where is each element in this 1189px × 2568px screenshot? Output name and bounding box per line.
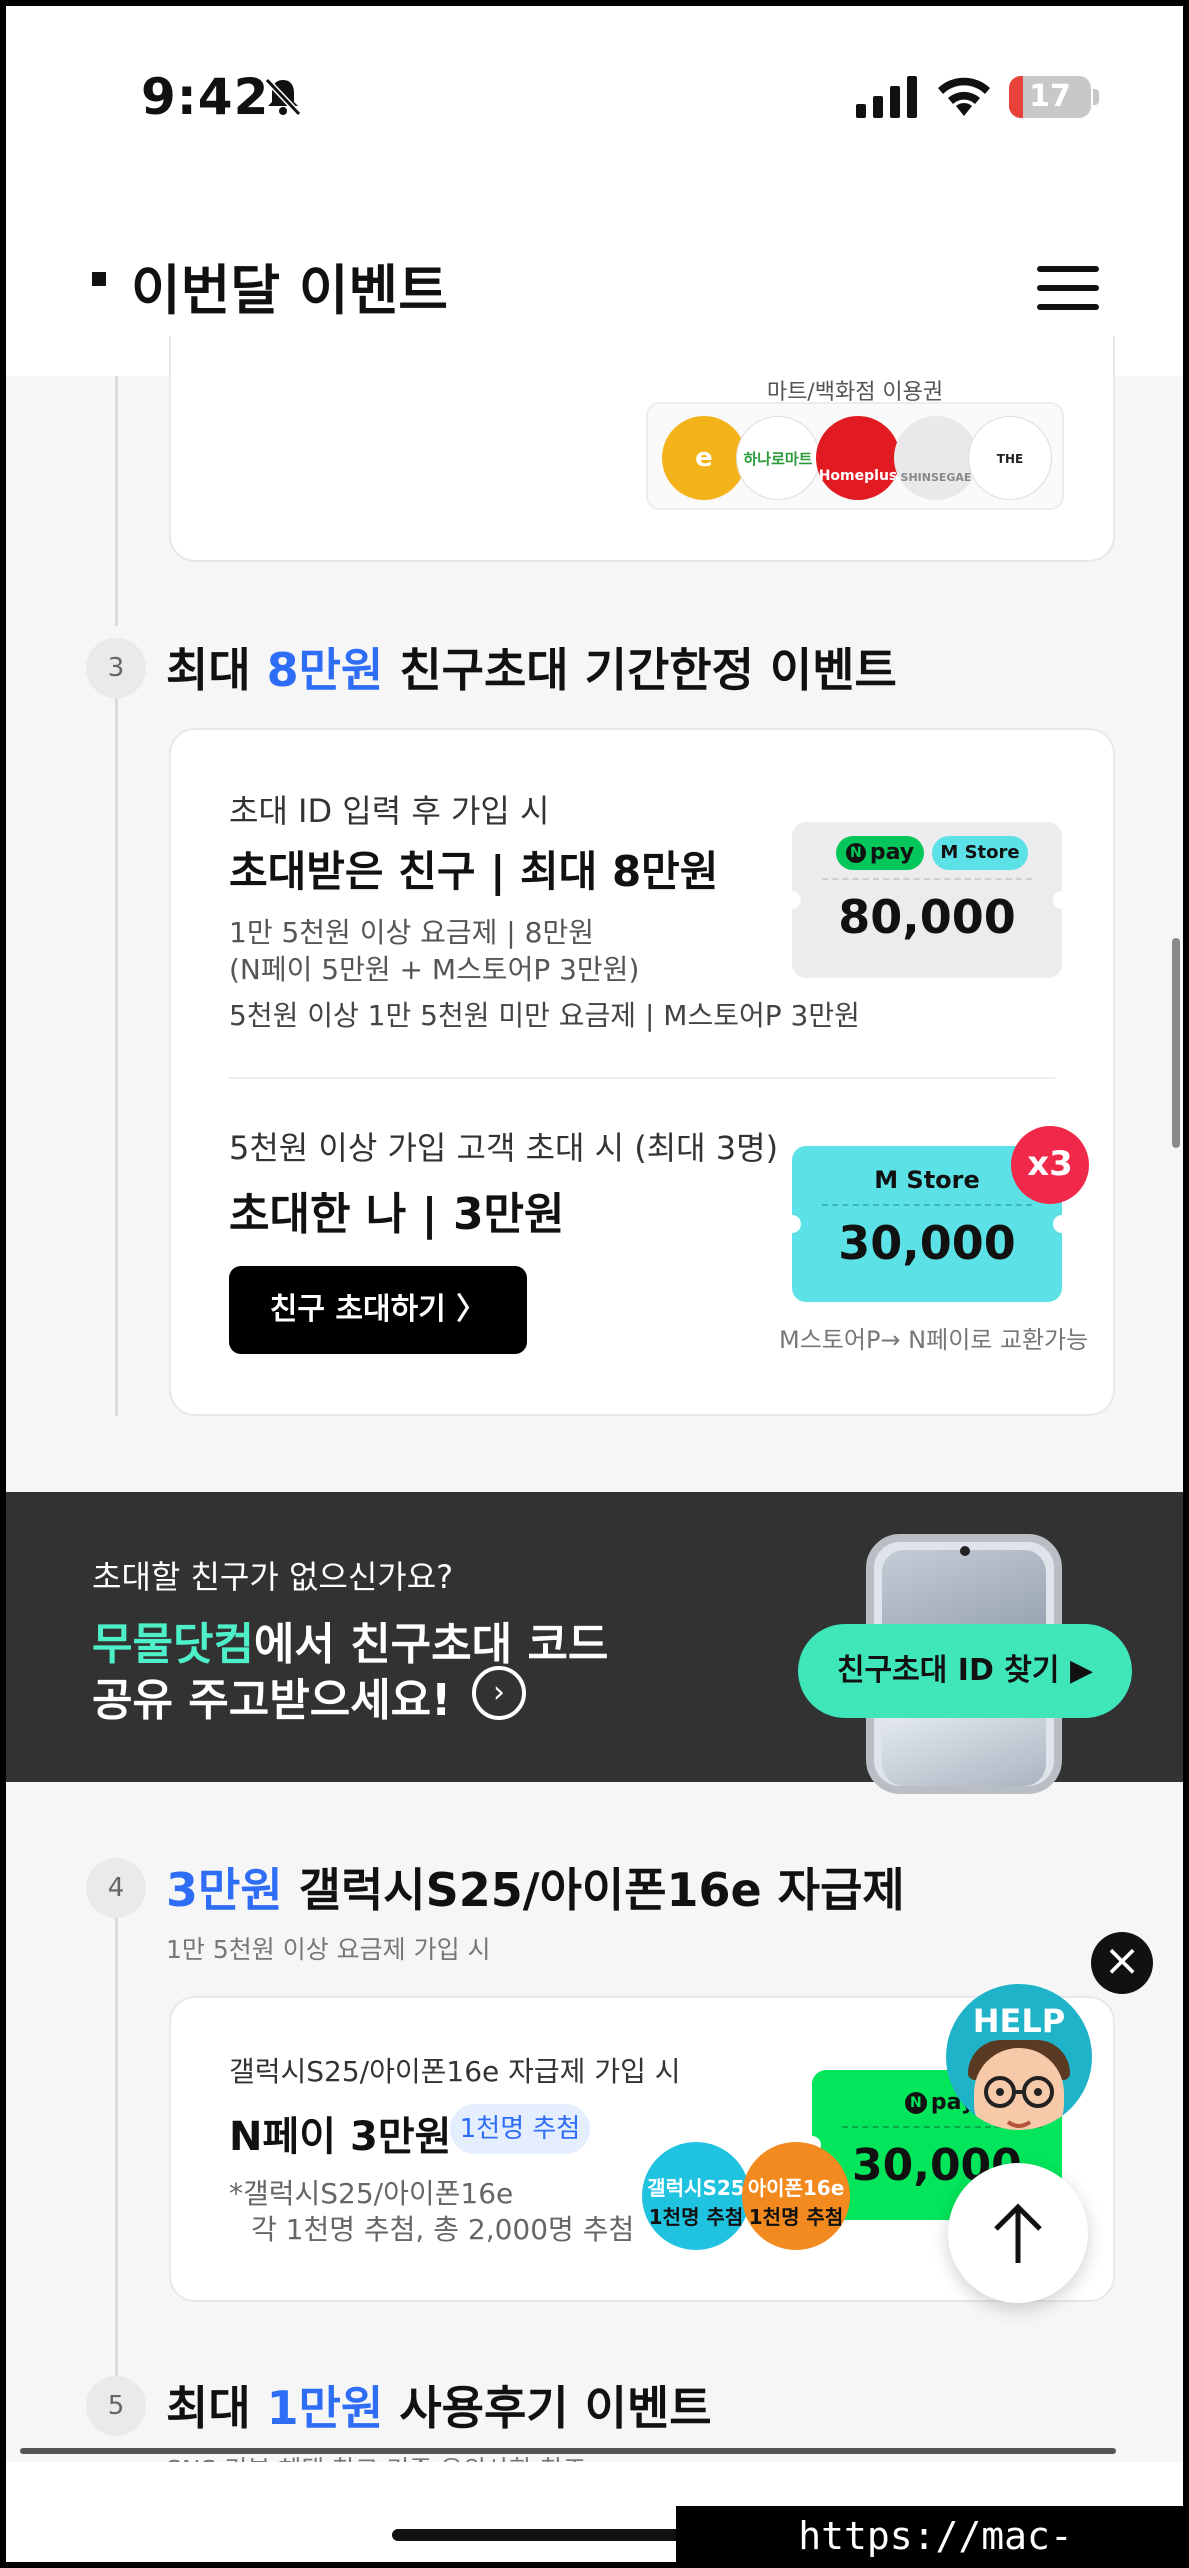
bubble-label: 1천명 추첨 xyxy=(648,2205,744,2229)
banner-line1: 무물닷컴에서 친구초대 코드 xyxy=(92,1608,608,1672)
banner-question: 초대할 친구가 없으신가요? xyxy=(92,1558,454,1596)
step4-subtitle: 1만 5천원 이상 요금제 가입 시 xyxy=(166,1935,491,1964)
step4-heading-amount: 3만원 xyxy=(166,1863,283,1917)
multiplier-badge: x3 xyxy=(1011,1126,1089,1204)
app-screen: 9:42 17 이번달 이벤트 마트/백화점 이용권 e 하나로마트 Homep… xyxy=(0,0,1189,2568)
battery-icon: 17 xyxy=(1009,76,1091,118)
menu-line xyxy=(1037,285,1099,291)
bubble-label: 1천명 추첨 xyxy=(748,2205,844,2229)
galaxy-lottery-bubble: 갤럭시S25 1천명 추첨 xyxy=(642,2142,750,2250)
mart-logo-strip: e mart 하나로마트 Homeplus SHINSEGAE THE HYUN… xyxy=(646,402,1064,510)
avatar-face xyxy=(974,2048,1064,2130)
step4-heading-post: 갤럭시S25/아이폰16e 자급제 xyxy=(282,1863,905,1917)
timeline-line xyxy=(115,376,118,626)
friend-reward-title: 초대받은 친구 | 최대 8만원 xyxy=(229,847,719,896)
phone-camera xyxy=(960,1546,970,1556)
close-icon[interactable]: × xyxy=(1091,1932,1153,1994)
friend-coupon: Npay M Store 80,000 xyxy=(783,822,1071,978)
vertical-scrollbar[interactable] xyxy=(1172,938,1180,1148)
banner-site-name: 무물닷컴 xyxy=(92,1619,254,1670)
hyundai-logo: THE HYUNDAI xyxy=(968,416,1052,500)
coupon-perforation xyxy=(822,1204,1032,1206)
card-divider xyxy=(229,1077,1055,1079)
title-bullet xyxy=(92,272,106,286)
status-time: 9:42 xyxy=(141,68,270,126)
step5-heading-amount: 1만원 xyxy=(266,2381,384,2435)
step5-heading: 최대 1만원 사용후기 이벤트 xyxy=(166,2372,712,2438)
timeline-line xyxy=(115,696,118,1416)
step-number: 3 xyxy=(86,638,146,698)
step3-heading-amount: 8만원 xyxy=(266,643,384,697)
horizontal-scrollbar[interactable] xyxy=(20,2448,1116,2454)
lottery-badge: 1천명 추첨 xyxy=(450,2104,590,2154)
battery-tip xyxy=(1093,89,1099,105)
friend-coupon-amount: 80,000 xyxy=(838,890,1016,944)
hanaro-logo: 하나로마트 xyxy=(736,416,820,500)
invite-friend-button[interactable]: 친구 초대하기 〉 xyxy=(229,1266,527,1354)
step3-heading: 최대 8만원 친구초대 기간한정 이벤트 xyxy=(166,634,897,700)
shinsegae-logo: SHINSEGAE xyxy=(894,416,978,500)
friend-plan-line: 5천원 이상 1만 5천원 미만 요금제 | M스토어P 3만원 xyxy=(229,999,860,1032)
banner-line1-rest: 에서 친구초대 코드 xyxy=(253,1619,609,1670)
step4-heading: 3만원 갤럭시S25/아이폰16e 자급제 xyxy=(166,1854,905,1920)
step-number: 5 xyxy=(86,2376,146,2436)
cellular-signal-icon xyxy=(856,76,917,118)
phone-event-note: 각 1천명 추첨, 총 2,000명 추첨 xyxy=(251,2213,635,2246)
friend-plan-line: 1만 5천원 이상 요금제 | 8만원 xyxy=(229,916,594,949)
help-chat-button[interactable]: HELP xyxy=(946,1984,1092,2130)
menu-line xyxy=(1037,304,1099,310)
step5-heading-post: 사용후기 이벤트 xyxy=(383,2381,712,2435)
find-invite-id-button[interactable]: 친구초대 ID 찾기 ▶ xyxy=(798,1624,1132,1718)
scroll-top-button[interactable] xyxy=(948,2163,1088,2303)
hamburger-icon[interactable] xyxy=(1037,266,1099,310)
invite-code-banner[interactable]: 초대할 친구가 없으신가요? 무물닷컴에서 친구초대 코드 공유 주고받으세요!… xyxy=(6,1492,1183,1794)
banner-line2: 공유 주고받으세요! xyxy=(92,1675,452,1726)
npay-label: pay xyxy=(869,840,915,865)
bell-muted-icon xyxy=(264,77,302,117)
npay-badge: Npay xyxy=(836,836,924,870)
help-label: HELP xyxy=(972,2002,1066,2040)
phone-event-reward: N페이 3만원 xyxy=(229,2114,452,2160)
friend-plan-detail: (N페이 5만원 + M스토어P 3만원) xyxy=(229,953,640,986)
phone-event-note: *갤럭시S25/아이폰16e xyxy=(229,2177,514,2210)
glasses-icon xyxy=(984,2076,1054,2128)
step-number: 4 xyxy=(86,1858,146,1918)
step5-heading-pre: 최대 xyxy=(166,2381,267,2435)
exchange-note: M스토어P→ N페이로 교환가능 xyxy=(779,1326,1089,1354)
mstore-badge: M Store xyxy=(932,836,1028,870)
coupon-perforation xyxy=(822,878,1032,880)
page-title: 이번달 이벤트 xyxy=(131,259,448,322)
homeplus-logo: Homeplus xyxy=(816,416,900,500)
status-bar: 9:42 17 xyxy=(6,6,1183,196)
step3-heading-post: 친구초대 기간한정 이벤트 xyxy=(383,643,897,697)
wifi-icon xyxy=(938,77,990,116)
chevron-right-icon[interactable]: › xyxy=(472,1666,526,1720)
iphone-lottery-bubble: 아이폰16e 1천명 추첨 xyxy=(742,2142,850,2250)
watermark: https://mac-os.tistory.com xyxy=(676,2506,1183,2562)
bubble-label: 아이폰16e xyxy=(747,2176,845,2200)
inviter-reward-title: 초대한 나 | 3만원 xyxy=(229,1189,565,1240)
timeline-line xyxy=(115,1876,118,2376)
menu-line xyxy=(1037,266,1099,272)
emart-logo: e mart xyxy=(662,416,746,500)
step3-heading-pre: 최대 xyxy=(166,643,267,697)
arrow-up-icon xyxy=(994,2203,1042,2263)
bubble-label: 갤럭시S25 xyxy=(647,2176,745,2200)
battery-level: 17 xyxy=(1029,79,1071,114)
friend-condition: 초대 ID 입력 후 가입 시 xyxy=(229,792,550,830)
inviter-coupon-amount: 30,000 xyxy=(838,1216,1016,1270)
phone-event-condition: 갤럭시S25/아이폰16e 자급제 가입 시 xyxy=(229,2055,681,2088)
inviter-condition: 5천원 이상 가입 고객 초대 시 (최대 3명) xyxy=(229,1129,779,1167)
